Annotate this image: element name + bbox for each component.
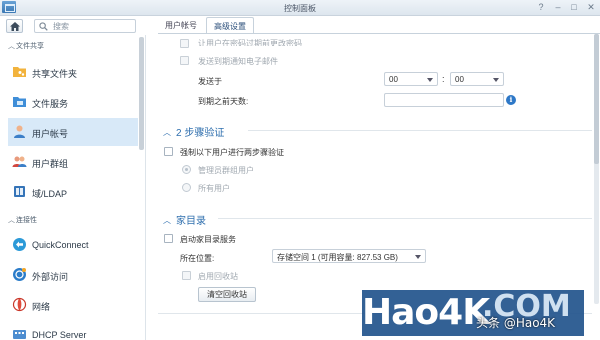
user-icon (14, 125, 25, 138)
enable-recycle-bin-checkbox[interactable] (182, 271, 191, 280)
dhcp-icon (13, 330, 26, 339)
enable-home-service-label: 启动家目录服务 (180, 235, 236, 244)
sidebar-item-user-group[interactable]: 用户群组 (8, 148, 138, 176)
group-icon (12, 156, 27, 167)
shared-folder-icon (13, 67, 26, 77)
search-box[interactable] (34, 19, 136, 33)
two-step-section-title: 2 步骤验证 (176, 128, 225, 139)
dropdown-arrow-icon (427, 78, 433, 82)
all-users-radio-label: 所有用户 (198, 184, 230, 193)
title-bar: 控制面板 ? – □ ✕ (0, 0, 600, 16)
sidebar-item-domain-ldap[interactable]: 域/LDAP (8, 178, 138, 206)
help-icon[interactable]: ? (535, 2, 547, 13)
scrollbar-thumb[interactable] (594, 34, 599, 164)
external-access-icon (13, 268, 26, 281)
sidebar-item-external-access[interactable]: 外部访问 (8, 261, 138, 289)
sidebar-item-label: 用户群组 (32, 159, 69, 169)
chevron-up-icon: ︿ (8, 43, 15, 50)
maximize-icon[interactable]: □ (568, 2, 580, 13)
watermark-brand: Hao4K (362, 292, 490, 333)
send-at-label: 发送于 (198, 77, 222, 86)
search-icon (39, 22, 48, 31)
location-label: 所在位置: (180, 254, 215, 263)
file-services-icon (13, 97, 26, 107)
sidebar-item-file-services[interactable]: 文件服务 (8, 88, 138, 116)
search-input[interactable] (53, 21, 131, 31)
close-icon[interactable]: ✕ (585, 2, 597, 13)
section-divider (248, 130, 592, 131)
dropdown-arrow-icon (493, 78, 499, 82)
location-select[interactable]: 存储空间 1 (可用容量: 827.53 GB) (272, 249, 426, 263)
sidebar-item-user-account[interactable]: 用户帐号 (8, 118, 138, 146)
watermark-credit: 头条 @Hao4K (476, 316, 556, 330)
sidebar-item-label: DHCP Server (32, 330, 87, 340)
tab-user-account[interactable]: 用户帐号 (158, 17, 204, 34)
home-button[interactable] (6, 19, 23, 33)
sidebar-item-dhcp-server[interactable]: DHCP Server (8, 321, 138, 340)
sidebar-item-label: 用户帐号 (32, 129, 69, 139)
email-notify-label: 发送到期通知电子邮件 (198, 57, 278, 66)
all-users-radio[interactable] (182, 183, 191, 192)
change-password-before-expiry-label: 让用户在密码过期前更改密码 (198, 39, 302, 46)
enable-home-service-checkbox[interactable] (164, 234, 173, 243)
sidebar-item-label: 网络 (32, 302, 51, 312)
enable-recycle-bin-label: 启用回收站 (198, 272, 238, 281)
dropdown-arrow-icon (415, 255, 421, 259)
sidebar-item-label: 外部访问 (32, 272, 69, 282)
tab-bar: 用户帐号 高级设置 (158, 17, 600, 34)
home-icon (10, 22, 20, 31)
sidebar-section-file-sharing[interactable]: ︿文件共享 (8, 41, 44, 51)
admins-radio[interactable] (182, 165, 191, 174)
change-password-before-expiry-checkbox[interactable] (180, 39, 189, 48)
sidebar-item-label: QuickConnect (32, 240, 89, 250)
window-title: 控制面板 (284, 4, 316, 13)
sidebar-item-network[interactable]: 网络 (8, 291, 138, 319)
enforce-two-step-label: 强制以下用户进行两步骤验证 (180, 148, 284, 157)
sidebar-item-shared-folder[interactable]: 共享文件夹 (8, 58, 138, 86)
sidebar-scrollbar[interactable] (139, 37, 144, 150)
control-panel-window: 控制面板 ? – □ ✕ ︿文件共享 共享文件夹 (0, 0, 600, 340)
admins-radio-label: 管理员群组用户 (198, 166, 254, 175)
sidebar-section-connectivity[interactable]: ︿连接性 (8, 215, 37, 225)
main-scrollbar[interactable] (594, 34, 599, 304)
days-before-expiry-input[interactable] (384, 93, 504, 107)
minimize-icon[interactable]: – (552, 2, 564, 13)
info-icon[interactable]: i (506, 95, 516, 105)
sidebar-item-label: 文件服务 (32, 99, 69, 109)
chevron-up-icon: ︿ (8, 217, 15, 224)
clear-recycle-bin-button[interactable]: 清空回收站 (198, 287, 256, 302)
network-icon (12, 297, 27, 312)
minute-select[interactable]: 00 (450, 72, 504, 86)
domain-icon (14, 186, 25, 197)
days-before-expiry-label: 到期之前天数: (198, 97, 249, 106)
quickconnect-icon (13, 238, 26, 251)
hour-select[interactable]: 00 (384, 72, 438, 86)
enforce-two-step-checkbox[interactable] (164, 147, 173, 156)
sidebar: ︿文件共享 共享文件夹 文件服务 用户帐号 用户群组 域/LDAP ︿连接性 Q… (0, 35, 146, 340)
email-notify-checkbox[interactable] (180, 56, 189, 65)
chevron-up-icon[interactable]: ︿ (163, 127, 171, 138)
sidebar-item-label: 域/LDAP (32, 189, 68, 199)
home-section-title: 家目录 (176, 216, 206, 227)
tab-advanced-settings[interactable]: 高级设置 (206, 17, 254, 34)
time-separator: : (442, 74, 445, 84)
sidebar-item-label: 共享文件夹 (32, 69, 78, 79)
sidebar-item-quickconnect[interactable]: QuickConnect (8, 231, 138, 259)
chevron-up-icon[interactable]: ︿ (163, 215, 171, 226)
section-divider (218, 218, 592, 219)
